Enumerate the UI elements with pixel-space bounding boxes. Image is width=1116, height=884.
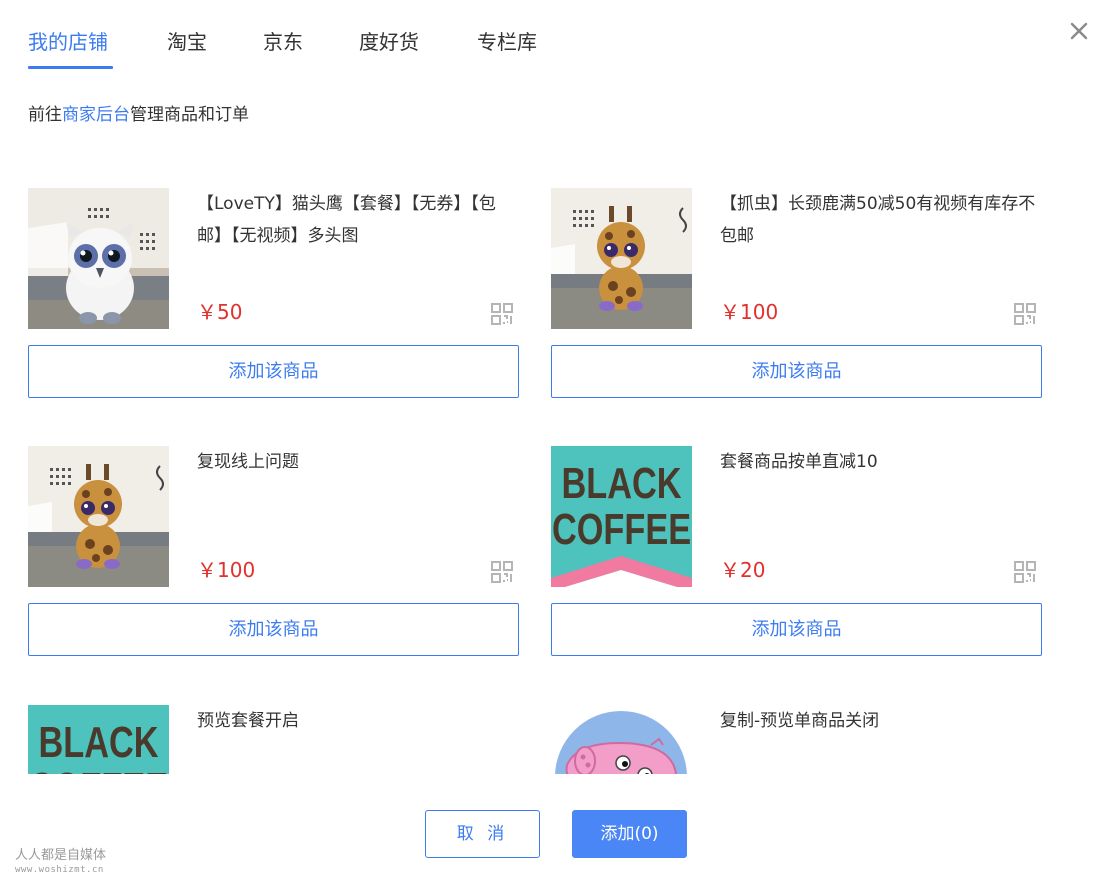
product-image: BLACK COFFEE bbox=[28, 705, 169, 774]
product-image bbox=[28, 446, 169, 587]
product-price: ￥50 bbox=[197, 300, 243, 324]
hint-suffix: 管理商品和订单 bbox=[130, 105, 249, 125]
product-title: 【抓虫】长颈鹿满50减50有视频有库存不包邮 bbox=[720, 194, 1036, 246]
close-icon[interactable] bbox=[1068, 20, 1090, 42]
product-list[interactable]: 【LoveTY】猫头鹰【套餐】【无券】【包邮】【无视频】多头图 ￥50 添加该商… bbox=[0, 188, 1116, 774]
product-card: BLACK COFFEE 套餐商品按单直减10 ￥20 添加该商品 bbox=[551, 446, 1042, 666]
product-card: 复现线上问题 ￥100 添加该商品 bbox=[28, 446, 519, 666]
product-price: ￥100 bbox=[720, 300, 779, 324]
watermark-url: www.woshizmt.cn bbox=[15, 865, 104, 875]
svg-text:BLACK: BLACK bbox=[38, 718, 158, 767]
qr-code-icon[interactable] bbox=[1013, 560, 1037, 584]
cancel-button[interactable]: 取 消 bbox=[425, 810, 540, 858]
product-card: BLACK COFFEE 预览套餐开启 bbox=[28, 705, 519, 774]
product-price: ￥20 bbox=[720, 558, 766, 582]
product-image bbox=[28, 188, 169, 329]
tab-duhaohuo[interactable]: 度好货 bbox=[359, 28, 419, 56]
product-price: ￥100 bbox=[197, 558, 256, 582]
add-selected-button[interactable]: 添加(0) bbox=[572, 810, 687, 858]
admin-hint: 前往商家后台管理商品和订单 bbox=[28, 103, 249, 127]
product-card: 【抓虫】长颈鹿满50减50有视频有库存不包邮 ￥100 添加该商品 bbox=[551, 188, 1042, 408]
active-tab-underline bbox=[28, 66, 113, 69]
svg-text:COFFEE: COFFEE bbox=[552, 505, 691, 554]
add-product-button[interactable]: 添加该商品 bbox=[551, 603, 1042, 656]
tab-my-store[interactable]: 我的店铺 bbox=[28, 28, 108, 56]
add-product-button[interactable]: 添加该商品 bbox=[28, 345, 519, 398]
tab-jd[interactable]: 京东 bbox=[263, 28, 303, 56]
add-product-button[interactable]: 添加该商品 bbox=[551, 345, 1042, 398]
add-product-button[interactable]: 添加该商品 bbox=[28, 603, 519, 656]
tab-bar: 我的店铺 淘宝 京东 度好货 专栏库 bbox=[28, 28, 628, 70]
qr-code-icon[interactable] bbox=[490, 302, 514, 326]
tab-column-library[interactable]: 专栏库 bbox=[477, 28, 537, 56]
tab-taobao[interactable]: 淘宝 bbox=[167, 28, 207, 56]
merchant-backend-link[interactable]: 商家后台 bbox=[62, 105, 130, 125]
svg-text:BLACK: BLACK bbox=[561, 459, 681, 508]
qr-code-icon[interactable] bbox=[490, 560, 514, 584]
product-title: 复制-预览单商品关闭 bbox=[720, 711, 880, 731]
product-image: BLACK COFFEE bbox=[551, 446, 692, 587]
watermark: 人人都是自媒体 www.woshizmt.cn bbox=[15, 847, 106, 876]
product-card: 【LoveTY】猫头鹰【套餐】【无券】【包邮】【无视频】多头图 ￥50 添加该商… bbox=[28, 188, 519, 408]
product-title: 预览套餐开启 bbox=[197, 711, 299, 731]
qr-code-icon[interactable] bbox=[1013, 302, 1037, 326]
product-image bbox=[551, 705, 692, 774]
svg-text:COFFEE: COFFEE bbox=[29, 764, 168, 774]
product-title: 复现线上问题 bbox=[197, 452, 299, 472]
product-title: 套餐商品按单直减10 bbox=[720, 452, 878, 472]
product-image bbox=[551, 188, 692, 329]
product-card: 复制-预览单商品关闭 bbox=[551, 705, 1042, 774]
hint-prefix: 前往 bbox=[28, 105, 62, 125]
product-title: 【LoveTY】猫头鹰【套餐】【无券】【包邮】【无视频】多头图 bbox=[197, 194, 496, 246]
watermark-title: 人人都是自媒体 bbox=[15, 848, 107, 863]
